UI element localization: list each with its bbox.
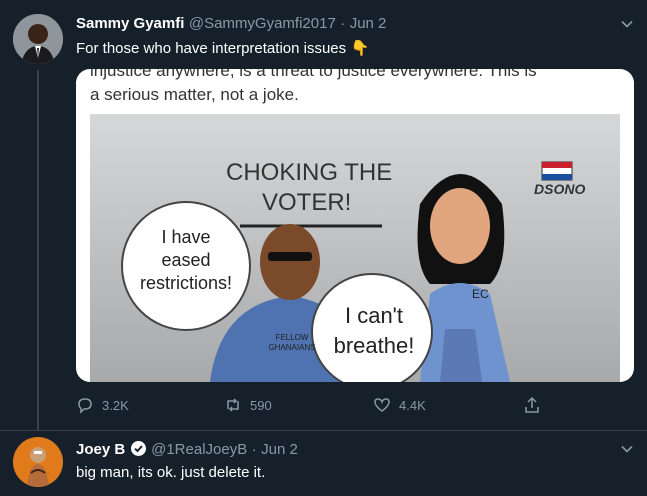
pointing-down-emoji: 👇 [350, 40, 370, 57]
tweet-actions: 3.2K 590 4.4K [76, 396, 556, 418]
tweet-date[interactable]: Jun 2 [350, 15, 387, 32]
author-handle[interactable]: @SammyGyamfi2017 [189, 15, 336, 32]
reply-icon [78, 398, 92, 414]
cartoon-title-2: VOTER! [262, 189, 352, 216]
cartoon-signature: DSONO [534, 181, 586, 197]
verified-badge-icon [130, 441, 146, 456]
tweet-body: For those who have interpretation issues [76, 40, 347, 57]
ec-label: EC [472, 287, 489, 301]
avatar[interactable] [13, 14, 63, 64]
retweet-icon [227, 398, 239, 412]
heart-icon [374, 398, 390, 412]
author-name[interactable]: Joey B [76, 441, 125, 458]
bubble-left-line-3: restrictions! [139, 273, 233, 293]
separator-dot: · [340, 15, 346, 32]
author-name[interactable]: Sammy Gyamfi [76, 15, 184, 32]
tweet-text: For those who have interpretation issues… [76, 39, 369, 58]
speech-bubble-left: I have eased restrictions! [122, 226, 250, 295]
tweet-image[interactable]: injustice anywhere, is a threat to justi… [76, 69, 634, 382]
speech-bubble-right: I can't breathe! [314, 301, 434, 361]
author-handle[interactable]: @1RealJoeyB [151, 441, 247, 458]
chevron-down-icon[interactable] [620, 442, 634, 456]
thread-line [37, 70, 39, 430]
retweet-button[interactable]: 590 [224, 396, 272, 414]
separator-dot: · [251, 441, 257, 458]
retweet-count: 590 [250, 397, 272, 413]
avatar[interactable] [13, 437, 63, 487]
party-flag-icon [541, 161, 573, 181]
image-caption: a serious matter, not a joke. [90, 85, 299, 104]
share-button[interactable] [523, 396, 541, 414]
chevron-down-icon[interactable] [620, 17, 634, 31]
bubble-left-line-1: I have [161, 227, 211, 247]
cartoon-title-1: CHOKING THE [226, 159, 393, 186]
bubble-right-line-2: breathe! [333, 333, 415, 358]
reply-button[interactable]: 3.2K [76, 396, 129, 414]
avatar-photo-icon [13, 14, 63, 64]
reply-count: 3.2K [102, 397, 129, 413]
like-count: 4.4K [399, 397, 426, 413]
like-button[interactable]: 4.4K [373, 396, 426, 414]
shirt-label: FELLOW GHANAIANS [268, 333, 316, 352]
bubble-left-line-2: eased [161, 250, 211, 270]
tweet-reply[interactable]: Joey B @1RealJoeyB · Jun 2 big man, its … [0, 431, 647, 496]
bubble-right-line-1: I can't [344, 303, 403, 328]
image-caption-top: injustice anywhere, is a threat to justi… [90, 69, 537, 80]
share-icon [525, 396, 539, 413]
tweet-body: big man, its ok. just delete it. [76, 464, 266, 481]
tweet-main[interactable]: Sammy Gyamfi @SammyGyamfi2017 · Jun 2 Fo… [0, 0, 647, 430]
avatar-photo-icon [13, 437, 63, 487]
tweet-date[interactable]: Jun 2 [261, 441, 298, 458]
